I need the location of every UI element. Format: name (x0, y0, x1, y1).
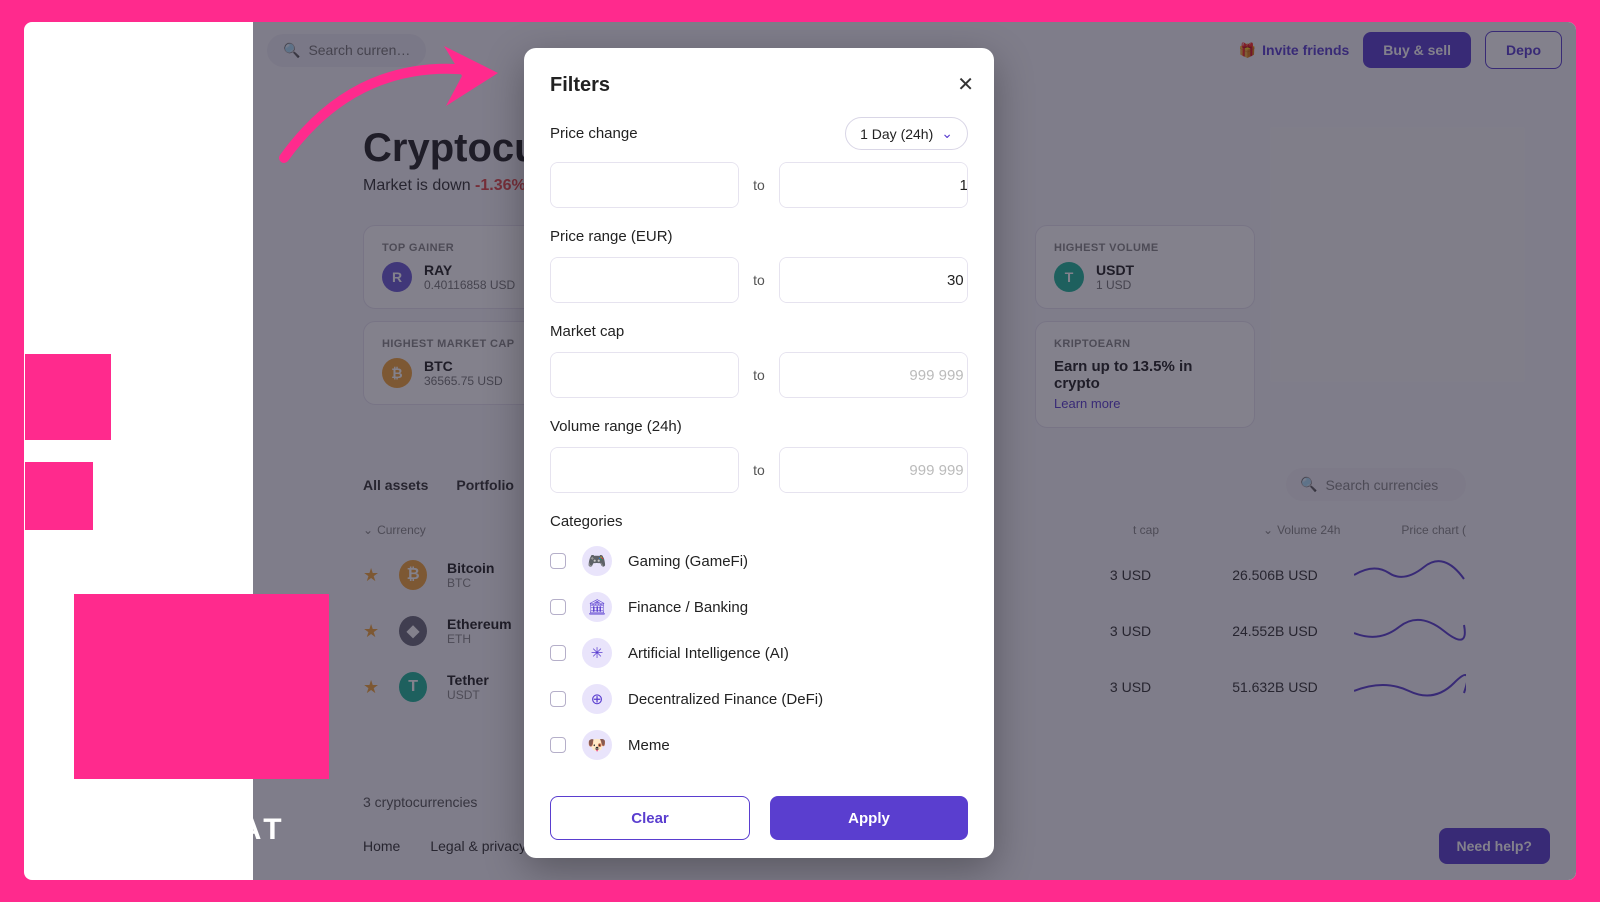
volume-to-input[interactable]: EUR (779, 447, 968, 493)
period-dropdown[interactable]: 1 Day (24h) ⌄ (845, 117, 968, 150)
category-row[interactable]: ✳ Artificial Intelligence (AI) (550, 638, 968, 668)
category-icon: ⊕ (582, 684, 612, 714)
category-label: Gaming (GameFi) (628, 553, 748, 570)
category-icon: 🎮 (582, 546, 612, 576)
clear-button[interactable]: Clear (550, 796, 750, 840)
category-icon: ✳ (582, 638, 612, 668)
category-checkbox[interactable] (550, 553, 566, 569)
categories-label: Categories (550, 513, 968, 530)
category-checkbox[interactable] (550, 599, 566, 615)
price-range-to-input[interactable]: EUR (779, 257, 968, 303)
volume-range-label: Volume range (24h) (550, 418, 968, 435)
category-icon: 🏛 (582, 592, 612, 622)
category-row[interactable]: 🏛 Finance / Banking (550, 592, 968, 622)
price-range-label: Price range (EUR) (550, 228, 968, 245)
decorative-block (74, 594, 329, 779)
category-label: Finance / Banking (628, 599, 748, 616)
filters-modal: Filters ✕ Price change 1 Day (24h) ⌄ % t… (524, 48, 994, 858)
close-icon[interactable]: ✕ (957, 72, 974, 97)
decorative-block (25, 354, 111, 440)
decorative-block (25, 462, 93, 530)
market-cap-label: Market cap (550, 323, 968, 340)
price-range-from-input[interactable]: EUR (550, 257, 739, 303)
category-checkbox[interactable] (550, 691, 566, 707)
chevron-down-icon: ⌄ (941, 125, 953, 142)
price-change-label: Price change (550, 125, 638, 142)
price-change-to-input[interactable]: % (779, 162, 968, 208)
price-change-from-input[interactable]: % (550, 162, 739, 208)
volume-from-input[interactable]: EUR (550, 447, 739, 493)
category-checkbox[interactable] (550, 645, 566, 661)
category-label: Meme (628, 737, 670, 754)
modal-title: Filters (550, 74, 968, 97)
category-label: Decentralized Finance (DeFi) (628, 691, 823, 708)
market-cap-to-input[interactable]: EUR (779, 352, 968, 398)
category-row[interactable]: 🎮 Gaming (GameFi) (550, 546, 968, 576)
category-icon: 🐶 (582, 730, 612, 760)
category-row[interactable]: ⊕ Decentralized Finance (DeFi) (550, 684, 968, 714)
apply-button[interactable]: Apply (770, 796, 968, 840)
logo-icon (28, 812, 64, 848)
market-cap-from-input[interactable]: EUR (550, 352, 739, 398)
category-label: Artificial Intelligence (AI) (628, 645, 789, 662)
category-checkbox[interactable] (550, 737, 566, 753)
kriptomat-logo: KRIPTOMAT CRYPTO BUT SIMPLE (28, 812, 286, 862)
category-row[interactable]: 🐶 Meme (550, 730, 968, 760)
